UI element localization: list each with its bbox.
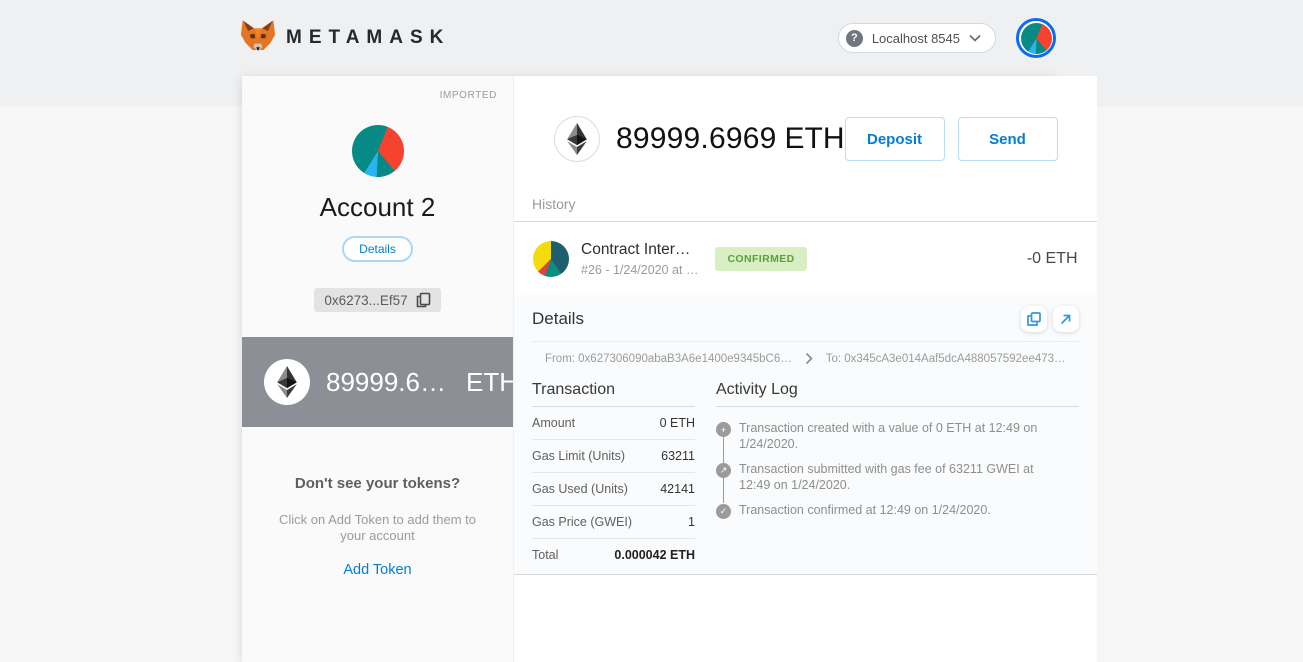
- account-address: 0x6273...Ef57: [324, 293, 407, 308]
- transaction-value: -0 ETH: [1027, 250, 1078, 268]
- sidebar-balance-amount: 89999.6…: [326, 367, 446, 398]
- activity-log: Activity Log + Transaction created with …: [716, 381, 1079, 571]
- breakdown-row-gas-used: Gas Used (Units) 42141: [532, 473, 695, 506]
- chevron-right-icon: [805, 352, 813, 365]
- main-balance-amount: 89999.6969: [616, 122, 777, 156]
- details-title: Details: [532, 309, 584, 329]
- account-details-button[interactable]: Details: [342, 236, 413, 262]
- account-sidebar: IMPORTED Account 2 Details 0x6273...Ef57: [242, 76, 513, 662]
- content-panels: IMPORTED Account 2 Details 0x6273...Ef57: [242, 76, 1056, 662]
- log-entry: ↗ Transaction submitted with gas fee of …: [716, 461, 1079, 493]
- breakdown-row-gas-limit: Gas Limit (Units) 63211: [532, 440, 695, 473]
- tokens-prompt-title: Don't see your tokens?: [295, 475, 460, 492]
- plus-circle-icon: +: [716, 422, 731, 437]
- chevron-down-icon: [969, 34, 981, 42]
- eth-logo-icon: [554, 116, 600, 162]
- account-address-pill[interactable]: 0x6273...Ef57: [314, 288, 440, 312]
- main-balance-currency: ETH: [785, 122, 845, 156]
- activity-log-title: Activity Log: [716, 381, 1079, 407]
- from-address[interactable]: From: 0x627306090abaB3A6e1400e9345bC6…: [545, 353, 792, 365]
- add-token-link[interactable]: Add Token: [343, 562, 411, 578]
- breakdown-row-total: Total 0.000042 ETH: [532, 539, 695, 571]
- transaction-title: Contract Inter…: [581, 241, 698, 259]
- send-button[interactable]: Send: [958, 117, 1058, 161]
- main-panel: 89999.6969 ETH Deposit Send History Cont…: [513, 76, 1097, 662]
- network-question-icon: ?: [846, 30, 863, 47]
- eth-balance-row[interactable]: 89999.6… ETH: [242, 337, 513, 427]
- fox-icon: [240, 19, 276, 58]
- network-label: Localhost 8545: [872, 31, 960, 46]
- transaction-breakdown-title: Transaction: [532, 381, 695, 407]
- check-circle-icon: ✓: [716, 504, 731, 519]
- breakdown-row-gas-price: Gas Price (GWEI) 1: [532, 506, 695, 539]
- copy-address-icon: [416, 292, 431, 308]
- history-label: History: [514, 162, 1097, 222]
- tokens-prompt-subtitle: Click on Add Token to add them to your a…: [275, 512, 480, 544]
- submitted-arrow-icon: ↗: [716, 463, 731, 478]
- copy-transaction-button[interactable]: [1021, 306, 1047, 332]
- account-menu-avatar[interactable]: [1016, 18, 1056, 58]
- to-address[interactable]: To: 0x345cA3e014Aaf5dcA488057592ee473…: [826, 353, 1066, 365]
- transaction-identicon: [533, 241, 569, 277]
- network-selector[interactable]: ? Localhost 8545: [838, 23, 996, 53]
- sender-to-recipient: From: 0x627306090abaB3A6e1400e9345bC6… T…: [532, 341, 1079, 374]
- main-balance-row: 89999.6969 ETH Deposit Send: [554, 116, 1058, 162]
- status-badge: CONFIRMED: [715, 247, 806, 271]
- transaction-details: Details: [514, 295, 1097, 575]
- transaction-row[interactable]: Contract Inter… #26 - 1/24/2020 at … CON…: [514, 222, 1097, 295]
- view-on-explorer-button[interactable]: [1053, 306, 1079, 332]
- copy-icon: [1027, 312, 1041, 326]
- eth-logo-icon: [264, 359, 310, 405]
- metamask-logo: METAMASK: [240, 19, 450, 58]
- log-entry: ✓ Transaction confirmed at 12:49 on 1/24…: [716, 502, 1079, 519]
- external-link-icon: [1059, 313, 1072, 326]
- deposit-button[interactable]: Deposit: [845, 117, 945, 161]
- brand-wordmark: METAMASK: [286, 27, 450, 49]
- transaction-breakdown: Transaction Amount 0 ETH Gas Limit (Unit…: [532, 381, 695, 571]
- log-entry: + Transaction created with a value of 0 …: [716, 420, 1079, 452]
- sidebar-balance-currency: ETH: [466, 367, 518, 398]
- transaction-meta: #26 - 1/24/2020 at …: [581, 263, 698, 277]
- account-avatar-icon: [1021, 23, 1052, 54]
- account-name: Account 2: [320, 192, 436, 223]
- imported-badge: IMPORTED: [440, 90, 497, 101]
- breakdown-row-amount: Amount 0 ETH: [532, 407, 695, 440]
- account-avatar: [352, 125, 404, 177]
